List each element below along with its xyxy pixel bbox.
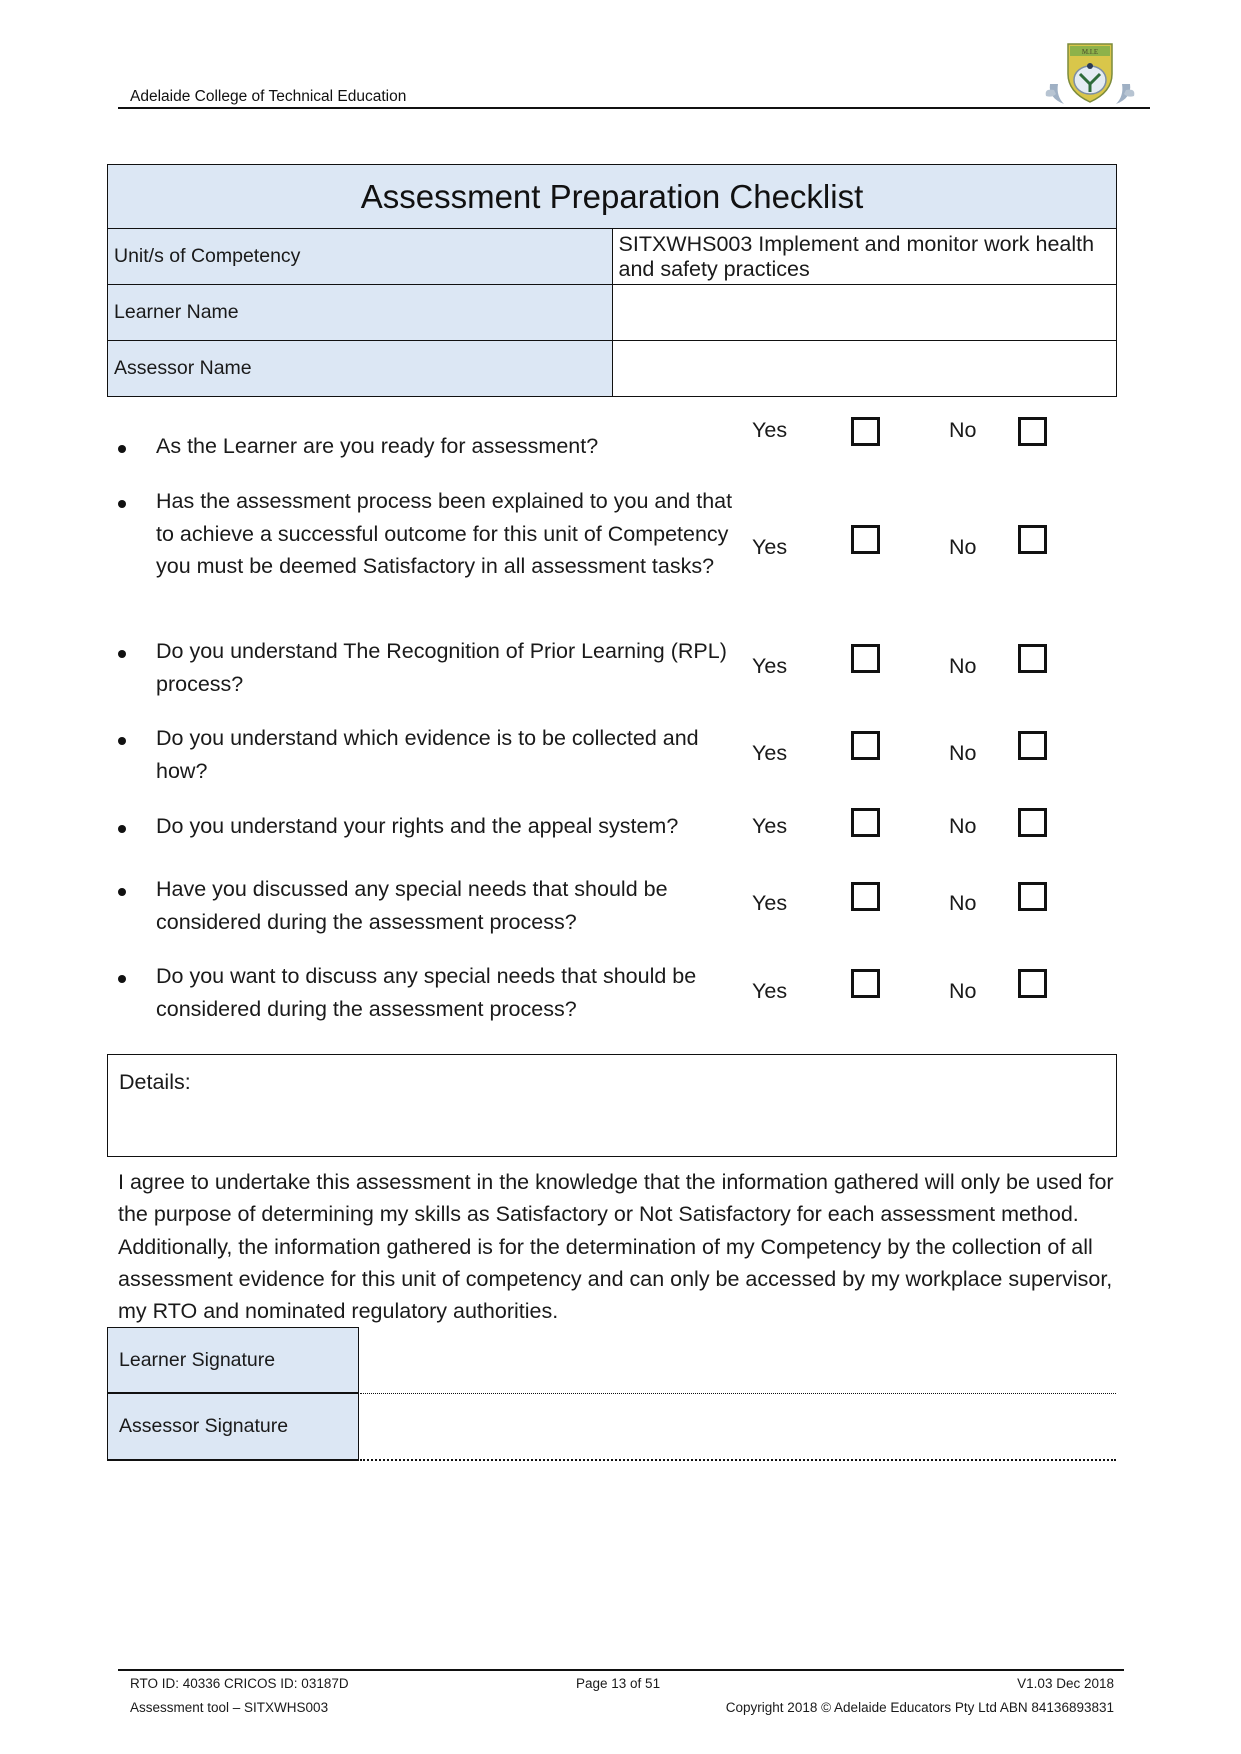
question-text: Do you want to discuss any special needs… [156, 964, 697, 1021]
footer-rto-ids: RTO ID: 40336 CRICOS ID: 03187D [130, 1676, 349, 1691]
assessor-name-field[interactable] [611, 340, 1117, 397]
footer-version: V1.03 Dec 2018 [1017, 1676, 1114, 1691]
question-text: Do you understand your rights and the ap… [156, 814, 679, 838]
yes-label: Yes [752, 418, 788, 442]
details-field[interactable]: Details: [107, 1054, 1117, 1157]
yes-label: Yes [752, 979, 788, 1003]
no-label: No [949, 891, 977, 915]
college-crest-logo-icon: M.I.E [1040, 40, 1140, 108]
question-text: As the Learner are you ready for assessm… [156, 434, 599, 458]
agreement-statement: I agree to undertake this assessment in … [118, 1170, 1114, 1324]
yes-checkbox[interactable] [851, 808, 880, 837]
no-checkbox[interactable] [1018, 417, 1047, 446]
bullet-icon [118, 500, 126, 508]
header-rule [118, 107, 1150, 109]
yes-label: Yes [752, 891, 788, 915]
yes-checkbox[interactable] [851, 417, 880, 446]
learner-signature-label-text: Learner Signature [119, 1348, 276, 1371]
no-label: No [949, 654, 977, 678]
unit-of-competency-label: Unit/s of Competency [107, 228, 613, 285]
learner-signature-label: Learner Signature [107, 1327, 359, 1393]
bullet-icon [118, 445, 126, 453]
assessment-info-table: Assessment Preparation Checklist Unit/s … [107, 164, 1117, 397]
no-label: No [949, 535, 977, 559]
bullet-icon [118, 737, 126, 745]
no-label: No [949, 418, 977, 442]
checklist-title: Assessment Preparation Checklist [107, 164, 1117, 229]
no-checkbox[interactable] [1018, 808, 1047, 837]
no-label: No [949, 741, 977, 765]
footer-rule [118, 1669, 1124, 1671]
logo-text: M.I.E [1082, 48, 1098, 56]
assessor-signature-line [360, 1459, 1116, 1461]
yes-checkbox[interactable] [851, 525, 880, 554]
yes-checkbox[interactable] [851, 731, 880, 760]
no-checkbox[interactable] [1018, 731, 1047, 760]
yes-checkbox[interactable] [851, 882, 880, 911]
assessor-name-label: Assessor Name [107, 340, 613, 397]
yes-label: Yes [752, 535, 788, 559]
details-label: Details: [119, 1070, 191, 1094]
learner-signature-field[interactable] [362, 1330, 1118, 1392]
bullet-icon [118, 825, 126, 833]
assessor-signature-label: Assessor Signature [107, 1393, 359, 1461]
no-checkbox[interactable] [1018, 969, 1047, 998]
no-checkbox[interactable] [1018, 882, 1047, 911]
unit-of-competency-value[interactable]: SITXWHS003 Implement and monitor work he… [611, 228, 1117, 285]
no-checkbox[interactable] [1018, 525, 1047, 554]
assessor-signature-field[interactable] [362, 1397, 1118, 1459]
learner-signature-line [360, 1393, 1116, 1394]
yes-label: Yes [752, 814, 788, 838]
institution-name: Adelaide College of Technical Education [130, 88, 407, 105]
yes-label: Yes [752, 741, 788, 765]
question-text: Do you understand The Recognition of Pri… [156, 639, 727, 696]
learner-name-label: Learner Name [107, 284, 613, 341]
question-text: Has the assessment process been explaine… [156, 489, 733, 578]
no-checkbox[interactable] [1018, 644, 1047, 673]
question-text: Do you understand which evidence is to b… [156, 726, 699, 783]
learner-name-field[interactable] [611, 284, 1117, 341]
question-text: Have you discussed any special needs tha… [156, 877, 668, 934]
yes-checkbox[interactable] [851, 644, 880, 673]
footer-assessment-tool: Assessment tool – SITXWHS003 [130, 1700, 329, 1715]
no-label: No [949, 814, 977, 838]
yes-checkbox[interactable] [851, 969, 880, 998]
yes-label: Yes [752, 654, 788, 678]
assessor-signature-label-text: Assessor Signature [119, 1415, 289, 1437]
no-label: No [949, 979, 977, 1003]
bullet-icon [118, 888, 126, 896]
footer-page-number: Page 13 of 51 [576, 1676, 661, 1691]
footer-copyright: Copyright 2018 © Adelaide Educators Pty … [725, 1700, 1114, 1715]
bullet-icon [118, 650, 126, 658]
bullet-icon [118, 975, 126, 983]
